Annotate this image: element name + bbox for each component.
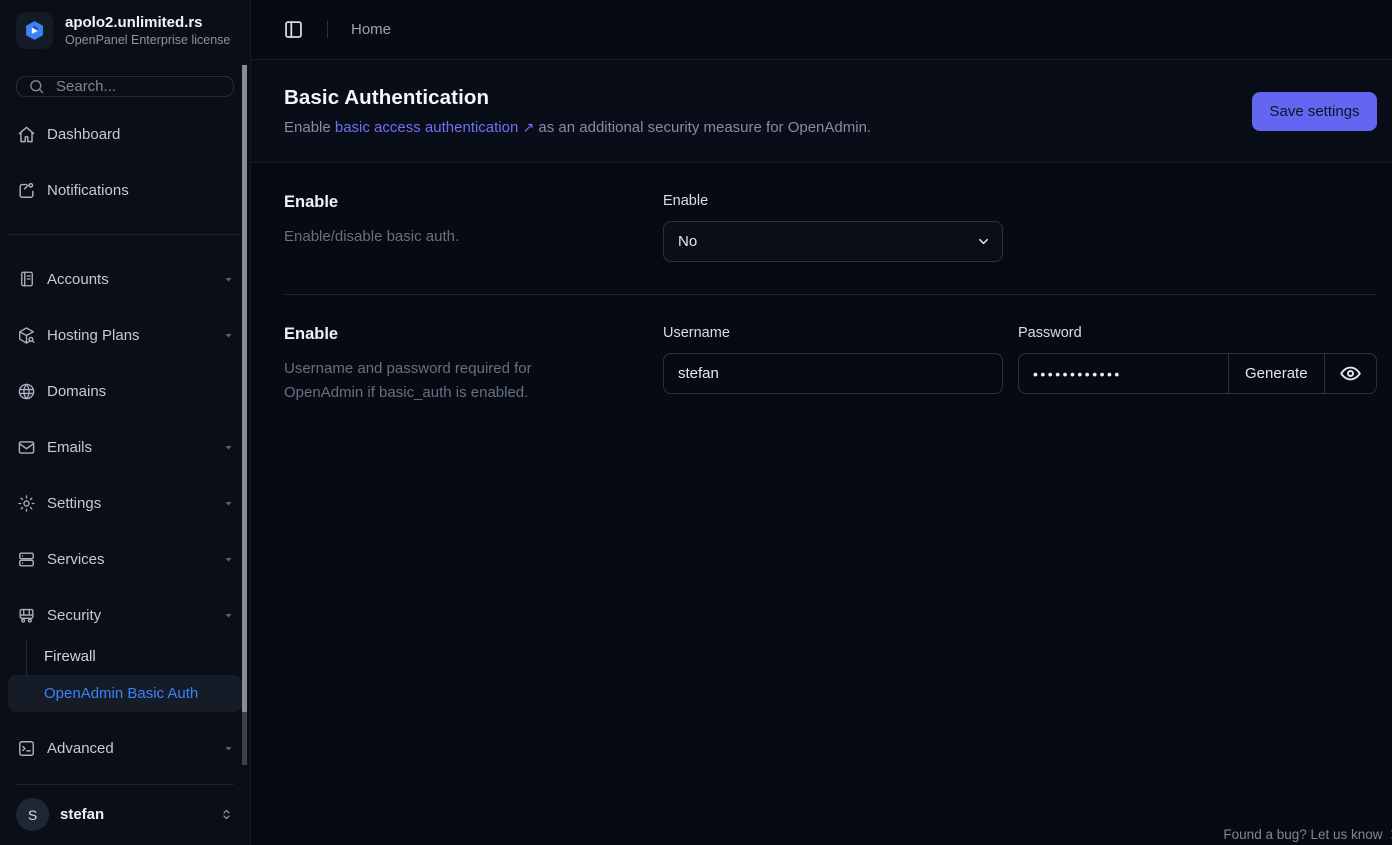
chevron-down-icon bbox=[223, 274, 234, 285]
save-settings-button[interactable]: Save settings bbox=[1252, 92, 1376, 131]
openpanel-logo-icon bbox=[16, 12, 53, 49]
section-description: Enable/disable basic auth. bbox=[284, 225, 539, 249]
sidebar-item-label: OpenAdmin Basic Auth bbox=[44, 685, 198, 702]
mail-icon bbox=[17, 438, 36, 457]
sidebar-item-advanced[interactable]: Advanced bbox=[8, 728, 242, 768]
sidebar-item-label: Hosting Plans bbox=[47, 327, 212, 344]
sidebar-item-label: Firewall bbox=[44, 648, 96, 665]
sidebar-toggle-button[interactable] bbox=[283, 19, 304, 40]
sidebar-nav: Dashboard Notifications Accounts bbox=[0, 114, 250, 784]
chevron-down-icon bbox=[223, 610, 234, 621]
basic-auth-doc-link[interactable]: basic access authentication bbox=[335, 119, 518, 136]
password-input[interactable] bbox=[1019, 354, 1228, 393]
user-menu[interactable]: S stefan bbox=[16, 798, 234, 831]
chevron-down-icon bbox=[223, 330, 234, 341]
gear-icon bbox=[17, 494, 36, 513]
sidebar-footer: S stefan bbox=[0, 784, 250, 845]
submenu-indent-line bbox=[26, 639, 27, 677]
user-name: stefan bbox=[60, 806, 208, 823]
enable-field-label: Enable bbox=[663, 193, 1003, 209]
brand: apolo2.unlimited.rs OpenPanel Enterprise… bbox=[0, 0, 250, 49]
subtitle-text: as an additional security measure for Op… bbox=[534, 119, 871, 136]
security-submenu: Firewall OpenAdmin Basic Auth bbox=[8, 637, 242, 712]
brand-subtitle: OpenPanel Enterprise license bbox=[65, 33, 230, 47]
page-subtitle: Enable basic access authentication ↗ as … bbox=[284, 119, 871, 136]
hosting-plans-icon bbox=[17, 326, 36, 345]
search-icon bbox=[28, 78, 45, 95]
sidebar-item-security[interactable]: Security bbox=[8, 595, 242, 635]
section-description: Username and password required for OpenA… bbox=[284, 357, 539, 405]
sidebar-item-openadmin-basic-auth[interactable]: OpenAdmin Basic Auth bbox=[8, 675, 242, 712]
sidebar-divider bbox=[8, 234, 242, 235]
avatar: S bbox=[16, 798, 49, 831]
external-link-icon: ↗ bbox=[523, 119, 535, 135]
username-input[interactable] bbox=[663, 353, 1003, 394]
sidebar-item-services[interactable]: Services bbox=[8, 539, 242, 579]
home-icon bbox=[17, 125, 36, 144]
topbar-separator bbox=[327, 21, 328, 38]
credentials-row: Enable Username and password required fo… bbox=[284, 294, 1377, 437]
search-box[interactable] bbox=[16, 76, 234, 97]
page-title: Basic Authentication bbox=[284, 86, 871, 110]
user-divider bbox=[16, 784, 234, 785]
password-group: Generate bbox=[1018, 353, 1377, 394]
sidebar-item-label: Advanced bbox=[47, 740, 212, 757]
sidebar-item-dashboard[interactable]: Dashboard bbox=[8, 114, 242, 154]
sidebar-item-label: Services bbox=[47, 551, 212, 568]
sidebar-scrollbar-thumb[interactable] bbox=[242, 65, 247, 712]
sidebar-item-notifications[interactable]: Notifications bbox=[8, 170, 242, 210]
chevron-down-icon bbox=[223, 554, 234, 565]
chevrons-up-down-icon bbox=[219, 807, 234, 822]
sidebar-item-label: Settings bbox=[47, 495, 212, 512]
show-password-button[interactable] bbox=[1324, 354, 1376, 393]
sidebar-item-domains[interactable]: Domains bbox=[8, 371, 242, 411]
topbar: Home bbox=[251, 0, 1392, 60]
sidebar: apolo2.unlimited.rs OpenPanel Enterprise… bbox=[0, 0, 251, 845]
accounts-icon bbox=[17, 270, 36, 288]
sidebar-item-label: Emails bbox=[47, 439, 212, 456]
chevron-down-icon bbox=[223, 498, 234, 509]
subtitle-text: Enable bbox=[284, 119, 335, 136]
password-label: Password bbox=[1018, 325, 1377, 341]
main-area: Home Basic Authentication Enable basic a… bbox=[251, 0, 1392, 845]
sidebar-item-hosting-plans[interactable]: Hosting Plans bbox=[8, 315, 242, 355]
sidebar-item-emails[interactable]: Emails bbox=[8, 427, 242, 467]
globe-icon bbox=[17, 382, 36, 401]
notifications-icon bbox=[17, 181, 36, 200]
enable-row: Enable Enable/disable basic auth. Enable… bbox=[284, 163, 1377, 294]
search-input[interactable] bbox=[54, 77, 222, 96]
sidebar-item-firewall[interactable]: Firewall bbox=[8, 637, 242, 675]
chevron-down-icon bbox=[223, 442, 234, 453]
report-bug-link[interactable]: Found a bug? Let us know bbox=[1223, 827, 1392, 842]
sidebar-item-label: Security bbox=[47, 607, 212, 624]
sidebar-item-label: Domains bbox=[47, 383, 234, 400]
page-header: Basic Authentication Enable basic access… bbox=[251, 60, 1392, 163]
enable-select[interactable]: No bbox=[663, 221, 1003, 262]
settings-form: Enable Enable/disable basic auth. Enable… bbox=[251, 163, 1392, 437]
terminal-icon bbox=[17, 739, 36, 758]
server-icon bbox=[17, 550, 36, 569]
breadcrumb-home[interactable]: Home bbox=[351, 21, 391, 38]
sidebar-item-label: Dashboard bbox=[47, 126, 234, 143]
sidebar-item-settings[interactable]: Settings bbox=[8, 483, 242, 523]
sidebar-item-label: Accounts bbox=[47, 271, 212, 288]
brand-title: apolo2.unlimited.rs bbox=[65, 14, 230, 33]
sidebar-scrollbar[interactable] bbox=[242, 65, 247, 765]
chevron-right-icon bbox=[1387, 828, 1392, 841]
sidebar-item-accounts[interactable]: Accounts bbox=[8, 259, 242, 299]
section-heading: Enable bbox=[284, 325, 624, 344]
security-icon bbox=[17, 606, 36, 625]
bug-link-text: Found a bug? Let us know bbox=[1223, 827, 1382, 842]
username-label: Username bbox=[663, 325, 1003, 341]
generate-password-button[interactable]: Generate bbox=[1228, 354, 1324, 393]
sidebar-item-label: Notifications bbox=[47, 182, 234, 199]
chevron-down-icon bbox=[223, 743, 234, 754]
eye-icon bbox=[1339, 362, 1362, 385]
section-heading: Enable bbox=[284, 193, 624, 212]
